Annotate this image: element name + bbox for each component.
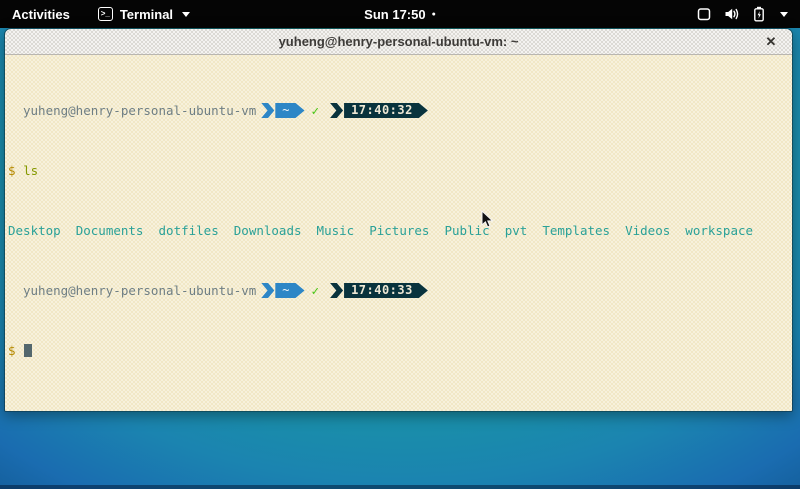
powerline-arrow-icon <box>261 103 274 118</box>
mouse-cursor <box>481 210 494 229</box>
prompt-line: yuheng@henry-personal-ubuntu-vm ~ ✓ 17:4… <box>8 283 790 298</box>
app-menu-label: Terminal <box>120 7 173 22</box>
ls-output: Desktop Documents dotfiles Downloads Mus… <box>8 223 790 238</box>
prompt-symbol: $ <box>8 163 23 178</box>
prompt-user: yuheng@henry-personal-ubuntu-vm <box>23 103 256 118</box>
app-menu-terminal[interactable]: >_ Terminal <box>88 0 200 28</box>
prompt-path-segment: ~ <box>275 283 304 298</box>
clock-label: Sun 17:50 <box>364 7 425 22</box>
status-check-icon: ✓ <box>312 283 320 298</box>
terminal-window: yuheng@henry-personal-ubuntu-vm: ~ ✕ yuh… <box>4 28 793 412</box>
display-icon <box>697 7 711 22</box>
window-title: yuheng@henry-personal-ubuntu-vm: ~ <box>279 34 519 49</box>
powerline-arrow-icon <box>330 103 343 118</box>
close-button[interactable]: ✕ <box>762 33 780 51</box>
terminal-app-icon: >_ <box>98 7 113 21</box>
top-bar: Activities >_ Terminal Sun 17:50 ● <box>0 0 800 28</box>
input-line[interactable]: $ <box>8 343 790 358</box>
prompt-user: yuheng@henry-personal-ubuntu-vm <box>23 283 256 298</box>
text-cursor <box>24 344 32 357</box>
prompt-line: yuheng@henry-personal-ubuntu-vm ~ ✓ 17:4… <box>8 103 790 118</box>
powerline-arrow-icon <box>261 283 274 298</box>
status-check-icon: ✓ <box>312 103 320 118</box>
powerline-arrow-icon <box>330 283 343 298</box>
chevron-down-icon <box>780 12 788 17</box>
terminal-content[interactable]: yuheng@henry-personal-ubuntu-vm ~ ✓ 17:4… <box>5 55 792 411</box>
top-bar-left: Activities >_ Terminal <box>0 0 200 28</box>
clock-button[interactable]: Sun 17:50 ● <box>364 0 436 28</box>
battery-charging-icon <box>753 6 765 22</box>
window-titlebar[interactable]: yuheng@henry-personal-ubuntu-vm: ~ ✕ <box>5 29 792 55</box>
typed-command: ls <box>23 163 38 178</box>
prompt-time-segment: 17:40:32 <box>344 103 428 118</box>
command-line: $ ls <box>8 163 790 178</box>
activities-button[interactable]: Activities <box>0 0 82 28</box>
prompt-time-segment: 17:40:33 <box>344 283 428 298</box>
system-tray-menu[interactable] <box>685 0 800 28</box>
notification-dot-icon: ● <box>432 11 436 18</box>
prompt-path-segment: ~ <box>275 103 304 118</box>
volume-icon <box>724 6 740 22</box>
prompt-symbol: $ <box>8 343 23 358</box>
chevron-down-icon <box>182 12 190 17</box>
